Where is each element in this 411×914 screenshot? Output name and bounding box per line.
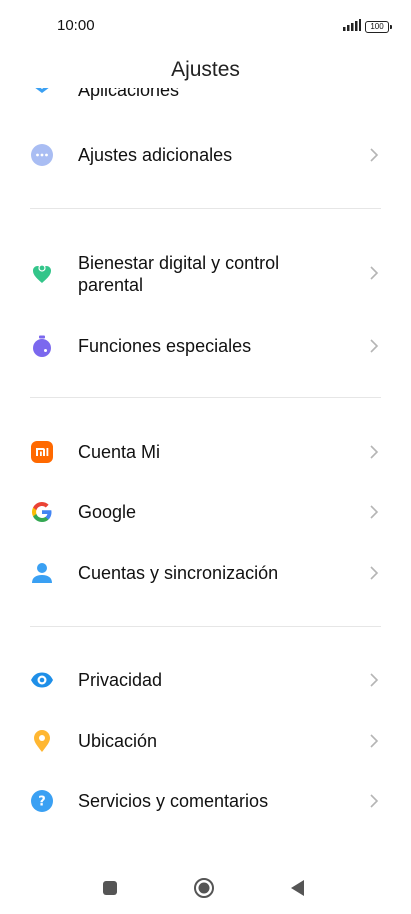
settings-item-bienestar-digital[interactable]: Bienestar digital y control parental <box>0 248 411 298</box>
mi-account-icon <box>30 440 54 464</box>
chevron-right-icon <box>369 88 379 89</box>
chevron-right-icon <box>370 734 379 748</box>
back-button[interactable] <box>287 877 309 899</box>
navigation-bar <box>0 860 411 914</box>
settings-item-label: Cuentas y sincronización <box>78 563 279 583</box>
settings-item-ubicacion[interactable]: Ubicación <box>0 719 411 763</box>
settings-item-ajustes-adicionales[interactable]: Ajustes adicionales <box>0 133 411 177</box>
settings-item-google[interactable]: Google <box>0 490 411 534</box>
settings-item-label: Privacidad <box>78 670 163 690</box>
special-features-icon <box>30 334 54 358</box>
more-dots-icon <box>30 143 54 167</box>
settings-item-cuentas-sincronizacion[interactable]: Cuentas y sincronización <box>0 551 411 595</box>
recents-button[interactable] <box>99 877 121 899</box>
status-bar: 10:00 100 <box>0 0 411 52</box>
google-icon <box>30 500 54 524</box>
settings-item-label: Ubicación <box>78 731 158 751</box>
chevron-right-icon <box>370 339 379 353</box>
digital-wellbeing-icon <box>30 262 54 286</box>
section-divider <box>30 208 381 209</box>
chevron-right-icon <box>370 445 379 459</box>
settings-item-cuenta-mi[interactable]: Cuenta Mi <box>0 430 411 474</box>
account-sync-icon <box>30 561 54 585</box>
settings-item-label: Servicios y comentarios <box>78 791 269 811</box>
home-button[interactable] <box>193 877 215 899</box>
chevron-right-icon <box>370 794 379 808</box>
settings-item-label: Bienestar digital y control parental <box>78 253 280 295</box>
battery-icon: 100 <box>365 21 392 33</box>
chevron-right-icon <box>370 673 379 687</box>
settings-item-label: Google <box>78 502 137 522</box>
signal-icon <box>343 18 361 36</box>
settings-list[interactable]: Aplicaciones Ajustes adicionales Bienest… <box>0 88 411 858</box>
settings-item-funciones-especiales[interactable]: Funciones especiales <box>0 324 411 368</box>
chevron-right-icon <box>370 266 379 280</box>
status-icons: 100 <box>343 18 392 36</box>
settings-item-aplicaciones[interactable]: Aplicaciones <box>0 88 411 103</box>
section-divider <box>30 397 381 398</box>
location-pin-icon <box>30 729 54 753</box>
settings-item-label: Ajustes adicionales <box>78 145 233 165</box>
settings-item-servicios-comentarios[interactable]: ? Servicios y comentarios <box>0 779 411 823</box>
settings-item-label: Funciones especiales <box>78 336 252 356</box>
settings-item-label: Cuenta Mi <box>78 442 161 462</box>
page-title: Ajustes <box>171 58 240 81</box>
apps-icon <box>30 88 54 103</box>
help-question-icon: ? <box>30 789 54 813</box>
svg-text:?: ? <box>38 795 46 810</box>
settings-item-label: Aplicaciones <box>78 88 180 100</box>
chevron-right-icon <box>370 148 379 162</box>
settings-item-privacidad[interactable]: Privacidad <box>0 658 411 702</box>
chevron-right-icon <box>370 566 379 580</box>
privacy-eye-icon <box>30 668 54 692</box>
chevron-right-icon <box>370 505 379 519</box>
status-time: 10:00 <box>57 17 95 34</box>
section-divider <box>30 626 381 627</box>
